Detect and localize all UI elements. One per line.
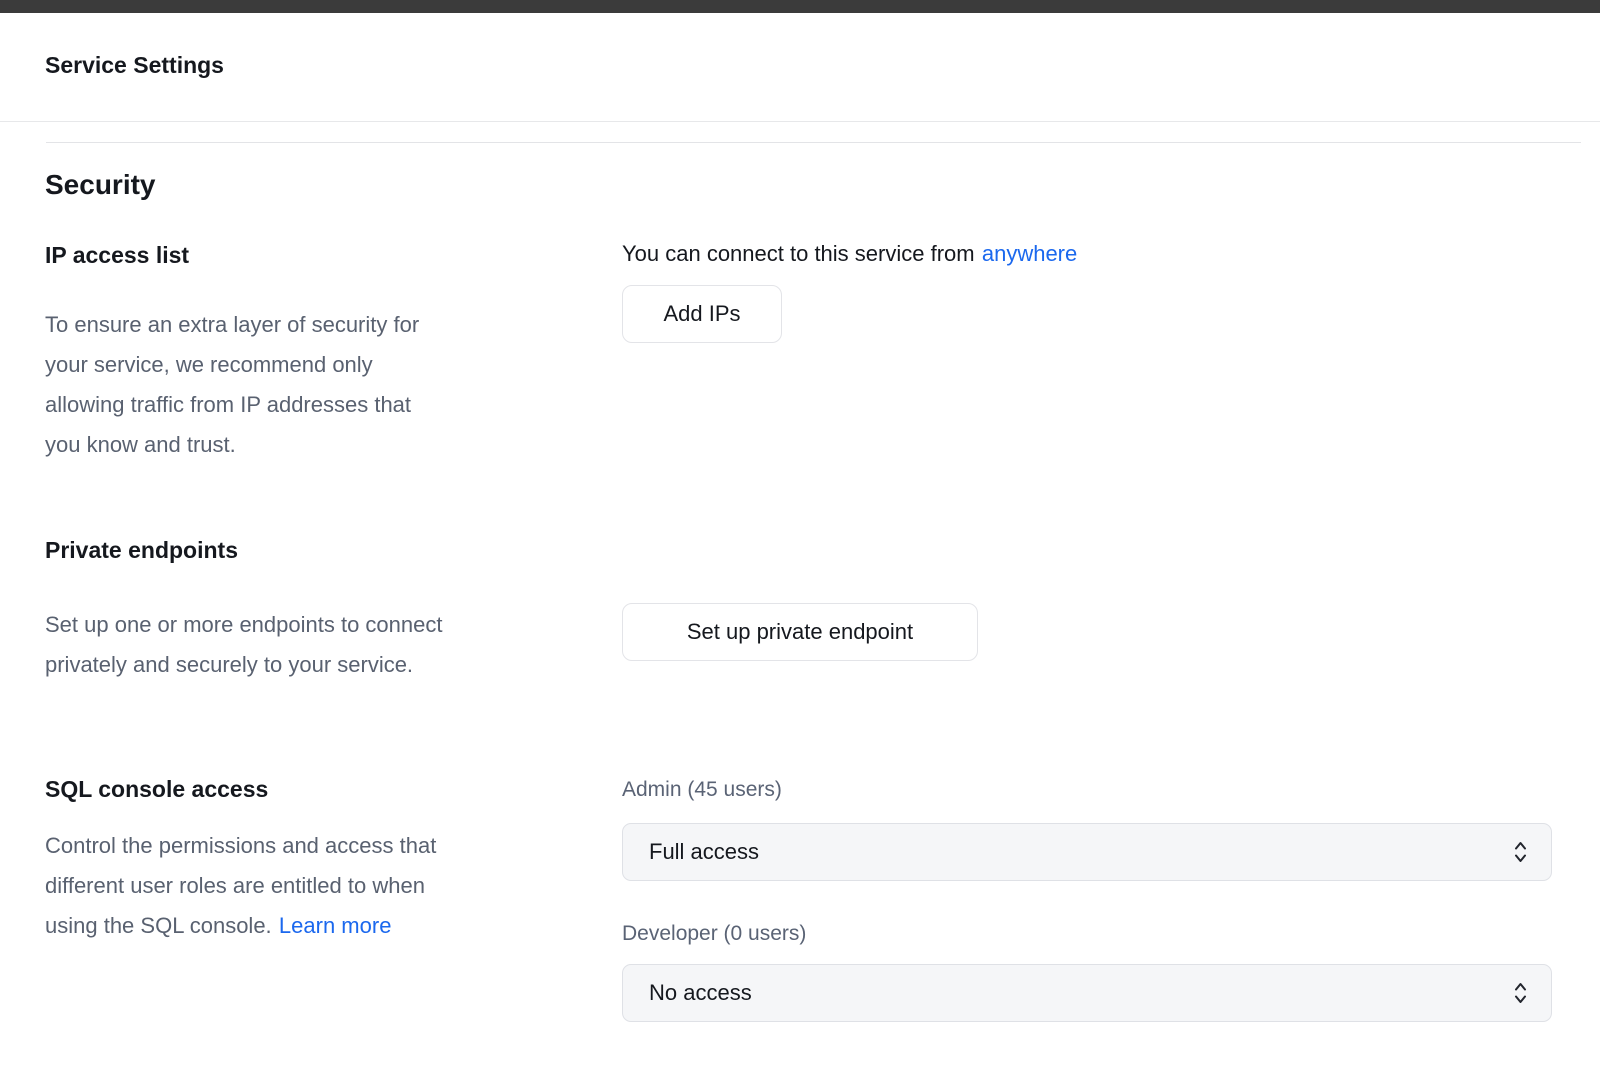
chevron-up-down-icon [1512,980,1529,1007]
private-endpoints-title: Private endpoints [45,536,238,564]
add-ips-button[interactable]: Add IPs [622,285,782,343]
page-title: Service Settings [45,50,224,80]
setup-private-endpoint-button[interactable]: Set up private endpoint [622,603,978,661]
admin-role-label: Admin (45 users) [622,777,782,802]
sql-console-access-description: Control the permissions and access that … [45,826,625,946]
learn-more-link[interactable]: Learn more [279,913,392,938]
service-settings-page: Service Settings Security IP access list… [0,0,1600,1069]
anywhere-link[interactable]: anywhere [982,241,1077,266]
admin-access-select[interactable]: Full access [622,823,1552,881]
connect-status-line: You can connect to this service from anyw… [622,240,1077,268]
developer-access-select[interactable]: No access [622,964,1552,1022]
header-divider [0,121,1600,122]
connect-status-text: You can connect to this service from [622,241,975,266]
section-title-security: Security [45,168,156,202]
window-top-bar [0,0,1600,13]
section-divider [46,142,1581,143]
developer-access-selected-value: No access [649,980,752,1006]
chevron-up-down-icon [1512,839,1529,866]
ip-access-list-title: IP access list [45,241,189,269]
admin-access-selected-value: Full access [649,839,759,865]
developer-role-label: Developer (0 users) [622,921,806,946]
private-endpoints-description: Set up one or more endpoints to connect … [45,605,625,685]
ip-access-list-description: To ensure an extra layer of security for… [45,305,625,465]
sql-console-access-title: SQL console access [45,775,268,803]
